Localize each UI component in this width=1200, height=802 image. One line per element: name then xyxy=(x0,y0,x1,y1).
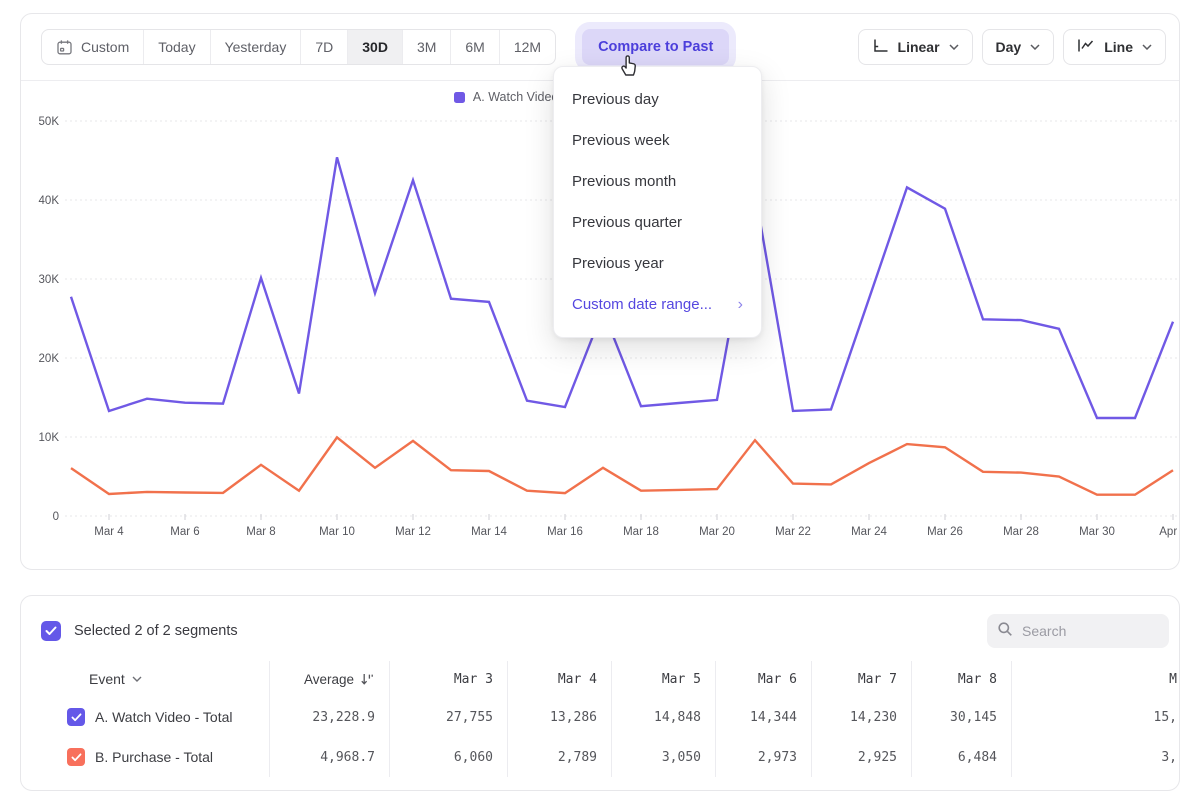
column-header-mar7[interactable]: Mar 7 xyxy=(811,661,911,697)
scale-select[interactable]: Linear xyxy=(858,29,973,65)
segments-bar: Selected 2 of 2 segments xyxy=(41,614,1169,648)
x-axis-label: Mar 10 xyxy=(319,526,355,538)
checkmark-icon xyxy=(71,713,82,722)
row-checkbox-purchase[interactable] xyxy=(67,748,85,766)
column-header-event[interactable]: Event xyxy=(41,661,269,697)
x-axis-label: Mar 16 xyxy=(547,526,583,538)
chevron-right-icon: › xyxy=(738,296,743,314)
y-axis-label: 10K xyxy=(39,432,60,444)
checkmark-icon xyxy=(71,753,82,762)
column-header-mar3[interactable]: Mar 3 xyxy=(389,661,507,697)
chevron-down-icon xyxy=(132,676,142,682)
cell-a-average: 23,228.9 xyxy=(269,697,389,737)
x-axis-label: Mar 12 xyxy=(395,526,431,538)
segments-selected-text: Selected 2 of 2 segments xyxy=(74,623,238,639)
column-header-mar9-clipped[interactable]: M xyxy=(1011,661,1180,697)
line-chart-icon xyxy=(1077,38,1095,56)
x-axis-label: Mar 14 xyxy=(471,526,507,538)
cell-b-mar7: 2,925 xyxy=(811,737,911,777)
date-range-control: Custom Today Yesterday 7D 30D 3M 6M 12M xyxy=(41,29,556,65)
cell-a-mar4: 13,286 xyxy=(507,697,611,737)
range-custom-label: Custom xyxy=(81,39,129,55)
search-input[interactable] xyxy=(1022,623,1152,639)
granularity-select[interactable]: Day xyxy=(982,29,1055,65)
cell-b-mar4: 2,789 xyxy=(507,737,611,777)
cell-b-mar6: 2,973 xyxy=(715,737,811,777)
cell-b-mar3: 6,060 xyxy=(389,737,507,777)
row-checkbox-watch-video[interactable] xyxy=(67,708,85,726)
chevron-down-icon xyxy=(1030,44,1040,50)
cell-b-mar8: 6,484 xyxy=(911,737,1011,777)
cell-a-mar8: 30,145 xyxy=(911,697,1011,737)
select-all-checkbox[interactable] xyxy=(41,621,61,641)
cell-b-mar9-clipped: 3, xyxy=(1011,737,1180,777)
range-6m[interactable]: 6M xyxy=(450,30,498,64)
menu-item-previous-year[interactable]: Previous year xyxy=(554,243,761,284)
cell-a-mar7: 14,230 xyxy=(811,697,911,737)
series-line xyxy=(71,437,1173,494)
x-axis-label: Mar 8 xyxy=(246,526,275,538)
x-axis-label: Mar 30 xyxy=(1079,526,1115,538)
search-icon xyxy=(997,621,1013,642)
y-axis-label: 0 xyxy=(53,511,59,523)
compare-to-past-button[interactable]: Compare to Past xyxy=(582,29,729,65)
cell-a-mar6: 14,344 xyxy=(715,697,811,737)
analytics-page: Custom Today Yesterday 7D 30D 3M 6M 12M … xyxy=(0,0,1200,802)
range-30d-active[interactable]: 30D xyxy=(347,30,402,64)
x-axis-label: Mar 24 xyxy=(851,526,887,538)
cell-a-mar9-clipped: 15, xyxy=(1011,697,1180,737)
table-row-watch-video-label: A. Watch Video - Total xyxy=(41,697,269,737)
cell-b-mar5: 3,050 xyxy=(611,737,715,777)
x-axis-label: Apr 1 xyxy=(1159,526,1180,538)
range-7d[interactable]: 7D xyxy=(300,30,347,64)
y-axis-label: 40K xyxy=(39,195,60,207)
y-axis-label: 50K xyxy=(39,116,60,128)
range-3m[interactable]: 3M xyxy=(402,30,450,64)
chevron-down-icon xyxy=(949,44,959,50)
chart-options-group: Linear Day xyxy=(858,29,1166,65)
chevron-down-icon xyxy=(1142,44,1152,50)
cell-a-mar3: 27,755 xyxy=(389,697,507,737)
segments-table: Event Average Mar 3 Mar 4 Mar 5 Mar 6 Ma… xyxy=(41,661,1180,777)
menu-item-previous-quarter[interactable]: Previous quarter xyxy=(554,202,761,243)
menu-item-previous-week[interactable]: Previous week xyxy=(554,120,761,161)
column-header-mar4[interactable]: Mar 4 xyxy=(507,661,611,697)
calendar-icon xyxy=(56,39,73,56)
menu-item-previous-month[interactable]: Previous month xyxy=(554,161,761,202)
linear-axis-icon xyxy=(872,38,889,56)
sort-descending-icon xyxy=(360,673,375,686)
range-yesterday[interactable]: Yesterday xyxy=(210,30,301,64)
cell-b-average: 4,968.7 xyxy=(269,737,389,777)
range-today[interactable]: Today xyxy=(143,30,209,64)
x-axis-label: Mar 20 xyxy=(699,526,735,538)
table-row-purchase-label: B. Purchase - Total xyxy=(41,737,269,777)
x-axis-label: Mar 6 xyxy=(170,526,199,538)
y-axis-label: 20K xyxy=(39,353,60,365)
x-axis-label: Mar 26 xyxy=(927,526,963,538)
x-axis-label: Mar 18 xyxy=(623,526,659,538)
menu-item-previous-day[interactable]: Previous day xyxy=(554,79,761,120)
checkmark-icon xyxy=(45,626,57,636)
segments-table-card: Selected 2 of 2 segments Event Average M… xyxy=(20,595,1180,791)
column-header-mar5[interactable]: Mar 5 xyxy=(611,661,715,697)
column-header-average[interactable]: Average xyxy=(269,661,389,697)
column-header-mar6[interactable]: Mar 6 xyxy=(715,661,811,697)
range-12m[interactable]: 12M xyxy=(499,30,555,64)
menu-item-custom-date-range[interactable]: Custom date range... › xyxy=(554,284,761,325)
x-axis-label: Mar 28 xyxy=(1003,526,1039,538)
x-axis-label: Mar 4 xyxy=(94,526,124,538)
range-custom[interactable]: Custom xyxy=(42,30,143,64)
chart-type-select[interactable]: Line xyxy=(1063,29,1166,65)
segments-search[interactable] xyxy=(987,614,1169,648)
compare-to-past-menu: Previous day Previous week Previous mont… xyxy=(553,66,762,338)
cell-a-mar5: 14,848 xyxy=(611,697,715,737)
column-header-mar8[interactable]: Mar 8 xyxy=(911,661,1011,697)
x-axis-label: Mar 22 xyxy=(775,526,811,538)
y-axis-label: 30K xyxy=(39,274,60,286)
